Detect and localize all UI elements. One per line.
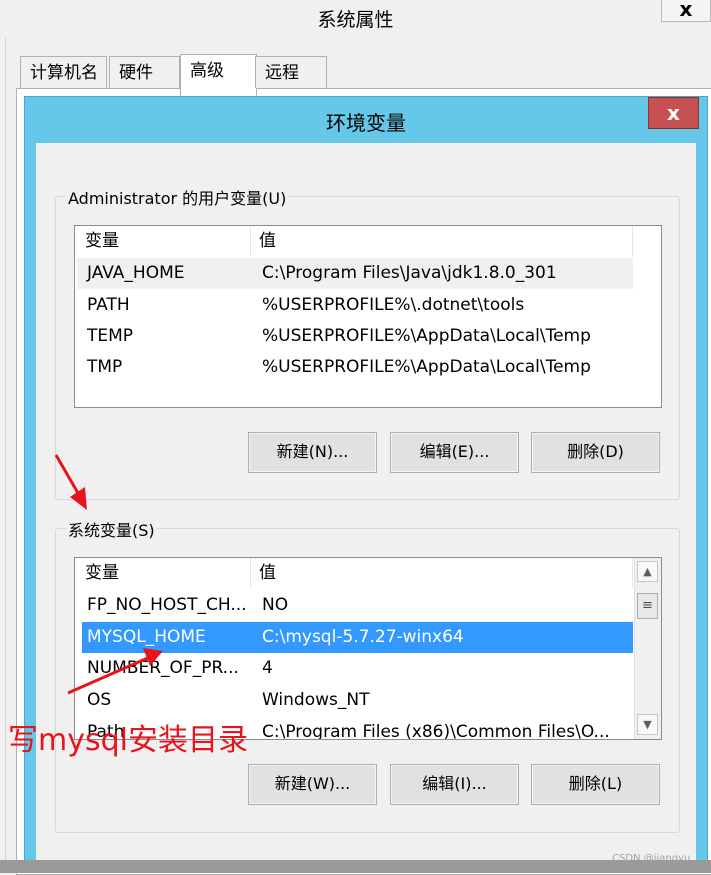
bottom-edge (0, 860, 711, 873)
annotation-text: 写mysql安装目录 (8, 723, 248, 758)
watermark: CSDN @jiangyu (612, 853, 691, 864)
